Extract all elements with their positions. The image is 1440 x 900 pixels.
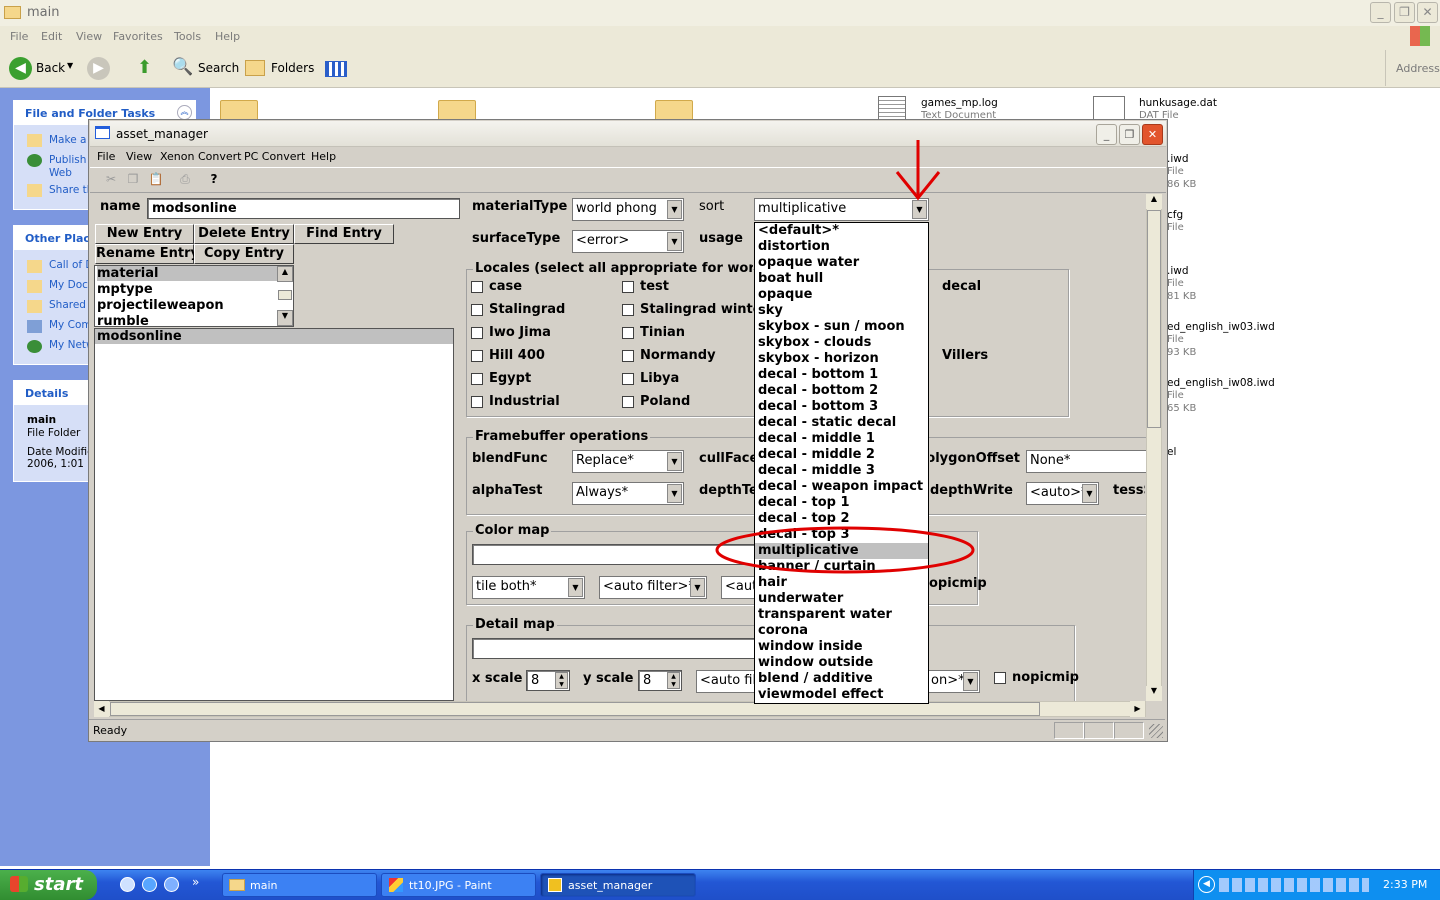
quicklaunch-ie-icon[interactable]: [142, 877, 157, 892]
taskbar-item-paint[interactable]: tt10.JPG - Paint: [381, 873, 536, 897]
clock[interactable]: 2:33 PM: [1383, 878, 1427, 891]
start-label: start: [34, 874, 83, 895]
annotation-overlay: [715, 140, 975, 574]
taskbar-item-main[interactable]: main: [222, 873, 377, 897]
taskbar-item-label: tt10.JPG - Paint: [409, 879, 492, 892]
windows-flag-icon: [10, 876, 28, 892]
annotation-ellipse: [715, 526, 975, 574]
paint-icon: [389, 878, 403, 892]
tray-icons[interactable]: [1219, 878, 1369, 892]
taskbar-item-label: asset_manager: [568, 879, 653, 892]
folder-icon: [229, 879, 245, 891]
quicklaunch-outlook-icon[interactable]: [120, 877, 135, 892]
quicklaunch-media-icon[interactable]: [164, 877, 179, 892]
taskbar-item-asset-manager[interactable]: asset_manager: [540, 873, 696, 897]
tray-collapse-icon[interactable]: ◀: [1198, 876, 1215, 893]
system-tray: ◀ 2:33 PM: [1193, 870, 1440, 900]
quicklaunch-more-icon[interactable]: »: [192, 875, 199, 889]
taskbar-item-label: main: [250, 879, 278, 892]
app-icon: [548, 878, 562, 892]
